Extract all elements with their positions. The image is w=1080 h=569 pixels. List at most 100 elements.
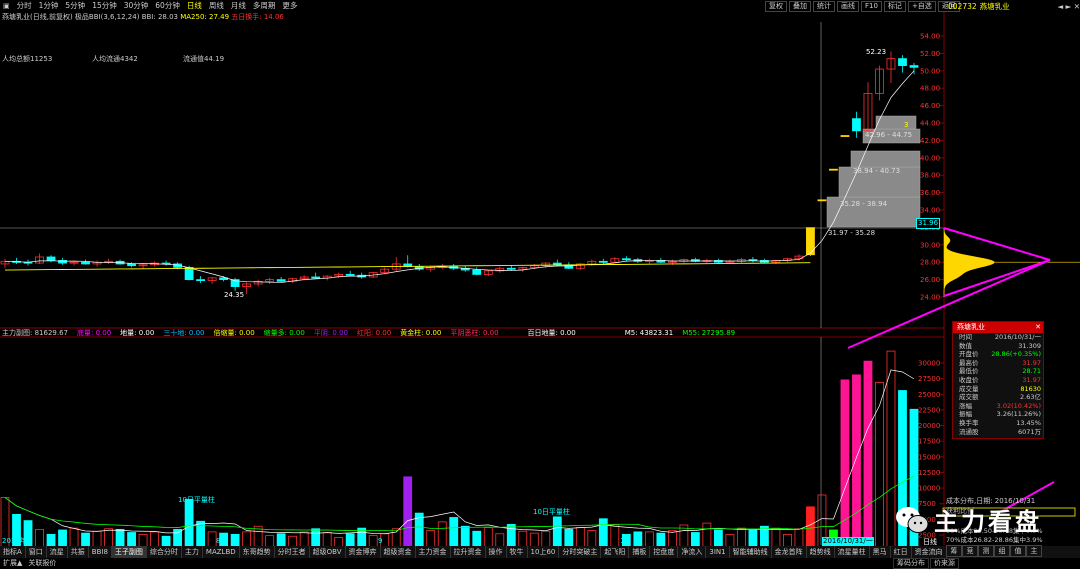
info-key: 振幅 <box>959 410 972 419</box>
turnover-value: 五日换手: 14.06 <box>231 13 284 21</box>
price-tick-label: 24.00 <box>920 294 940 302</box>
watermark-text: 主力看盘 <box>934 508 1042 536</box>
info-value: 31.97 <box>1022 375 1041 384</box>
info-value: 31.309 <box>1018 341 1041 350</box>
candle-body <box>81 261 90 265</box>
related-quote-tab[interactable]: 关联报价 <box>25 558 59 569</box>
indicator-tab[interactable]: 黑马 <box>870 546 891 558</box>
indicator-tab[interactable]: 操作 <box>486 546 507 558</box>
indicator-tab[interactable]: 分时王者 <box>275 546 310 558</box>
indicator-tab[interactable]: 起飞阳 <box>601 546 630 558</box>
indicator-tab[interactable]: 控盘度 <box>650 546 679 558</box>
vol-annot-1: 10日平量柱 <box>178 496 215 504</box>
right-btn-5[interactable]: 值 <box>1010 545 1026 557</box>
indicator-tab[interactable]: 拉升资金 <box>451 546 486 558</box>
cost-70: 70%成本26.82-28.86集中3.9% <box>946 536 1043 544</box>
expand-tab[interactable]: 扩展▲ <box>0 558 25 569</box>
close-icon[interactable]: ✕ <box>1035 322 1041 333</box>
indicator-tab[interactable]: 主力资金 <box>416 546 451 558</box>
candle-body <box>840 135 850 137</box>
price-tick-label: 48.00 <box>920 85 940 93</box>
info-panel-header: 燕塘乳业 ✕ <box>953 322 1043 333</box>
right-btn-4[interactable]: 组 <box>994 545 1010 557</box>
indicator-tab[interactable]: 牧牛 <box>507 546 528 558</box>
indicator-tab[interactable]: 金龙首阵 <box>772 546 807 558</box>
avg-total: 人均总额11253 <box>2 55 53 63</box>
indicator-tab[interactable]: 智能辅助线 <box>730 546 772 558</box>
chart-title: 燕塘乳业(日线,前复权) <box>2 13 73 21</box>
right-btn-2[interactable]: 竞 <box>962 545 978 557</box>
subchart-label: 平阴恶柱: 0.00 <box>450 329 499 337</box>
info-key: 收盘价 <box>959 375 979 384</box>
subchart-label: 平阴: 0.00 <box>313 329 349 337</box>
indicator-tab[interactable]: 资金流向 <box>912 546 947 558</box>
candle-body <box>829 168 838 171</box>
info-rows: 时间 2016/10/31/一 数值 31.309 开盘价 28.86(+0.35%) 最高… <box>953 333 1043 436</box>
info-key: 成交额 <box>959 393 979 402</box>
indicator-tab[interactable]: 分时突破主 <box>559 546 602 558</box>
info-value: 13.45% <box>1016 418 1041 427</box>
price-tick-label: 38.00 <box>920 172 940 180</box>
indicator-tab[interactable]: MAZLBD <box>203 546 240 558</box>
indicator-tab[interactable]: 综合分时 <box>147 546 182 558</box>
indicator-tab[interactable]: 净流入 <box>678 546 707 558</box>
price-source-tab[interactable]: 价来源 <box>930 558 959 569</box>
subchart-labels: 底量: 0.00 地量: 0.00 三十地: 0.00 倍缩量: 0.00 缩量多: 0… <box>77 329 499 338</box>
candle-body <box>472 269 482 275</box>
chip-dist-tab[interactable]: 筹码分布 <box>893 558 929 569</box>
right-btn-3[interactable]: 测 <box>978 545 994 557</box>
vol-tick-label: 25000 <box>918 391 940 399</box>
price-tick-label: 42.00 <box>920 137 940 145</box>
indicator-tab[interactable]: 趋势线 <box>807 546 835 558</box>
right-btn-6[interactable]: 主 <box>1026 545 1042 557</box>
indicator-tab[interactable]: 红日 <box>891 546 912 558</box>
subchart-label: 地量: 0.00 <box>120 329 155 337</box>
candle-body <box>898 58 907 66</box>
indicator-tab[interactable]: 流星量柱 <box>835 546 870 558</box>
indicator-tab[interactable]: 3IN1 <box>706 546 730 558</box>
indicator-tab[interactable]: 流星 <box>47 546 68 558</box>
candle-body <box>311 276 321 279</box>
hundred-day-vol: 百日地量: 0.00 <box>527 329 576 337</box>
chip-label-4: 42.96 - 44.75 <box>865 131 913 139</box>
price-tick-label: 28.00 <box>920 259 940 267</box>
info-key: 数值 <box>959 341 972 350</box>
subchart-header: 主力副图: 81629.67 底量: 0.00 地量: 0.00 三十地: 0.00… <box>2 329 735 338</box>
indicator-tab[interactable]: 资金博弈 <box>346 546 381 558</box>
watermark: 主力看盘 <box>895 502 1042 537</box>
info-panel-title: 燕塘乳业 <box>957 323 985 331</box>
indicator-tabs: 指标A 窗口 流星 共振 BBI8 王子副图 综合分时 主力 MAZLBD 东哥趋势 分时王者 超级O… <box>0 546 1080 558</box>
indicator-tab[interactable]: 东哥趋势 <box>240 546 275 558</box>
vol-tick-label: 30000 <box>918 360 940 368</box>
chart-header: 燕塘乳业(日线,前复权) 极品BBI(3,6,12,24) BBI: 28.03… <box>2 13 284 22</box>
subchart-value: : 81629.67 <box>30 329 68 337</box>
vol-tick-label: 10000 <box>918 485 940 493</box>
candle-body <box>909 65 919 68</box>
chip-label-1: 31.97 - 35.28 <box>828 229 876 237</box>
float-value: 流通值44.19 <box>183 55 225 63</box>
info-row: 成交额 2.63亿 <box>953 393 1043 402</box>
indicator-tab[interactable]: 超级OBV <box>310 546 346 558</box>
indicator-tab[interactable]: 共振 <box>68 546 89 558</box>
indicator-tab[interactable]: 主力 <box>182 546 203 558</box>
indicator-tab[interactable]: BBI8 <box>89 546 112 558</box>
vol-tick-label: 27500 <box>918 375 940 383</box>
price-marker: 31.96 <box>916 218 941 229</box>
indicator-tab[interactable]: 超级资金 <box>381 546 416 558</box>
indicator-tab[interactable]: 王子副图 <box>111 546 147 558</box>
indicator-tab[interactable]: 10上60 <box>528 546 560 558</box>
price-tick-label: 46.00 <box>920 102 940 110</box>
indicator-tab[interactable]: 指标A <box>0 546 26 558</box>
price-tick-label: 30.00 <box>920 241 940 249</box>
indicator-tab[interactable]: 捕板 <box>629 546 651 558</box>
price-tick-label: 26.00 <box>920 276 940 284</box>
indicator-tab[interactable]: 窗口 <box>26 546 47 558</box>
date-label-3: 9 <box>378 537 383 545</box>
bbi-value: BBI: 28.03 <box>141 13 178 21</box>
subchart-label: 缩量多: 0.00 <box>263 329 305 337</box>
vol-tick-label: 15000 <box>918 453 940 461</box>
right-btn-1[interactable]: 筹 <box>946 545 962 557</box>
kline-chart[interactable]: 54.00 52.00 50.00 48.00 46.00 44.00 42.00 40.00… <box>0 0 1080 569</box>
m5-value: M5: 43823.31 <box>624 329 674 337</box>
info-value: 2016/10/31/一 <box>994 333 1041 341</box>
